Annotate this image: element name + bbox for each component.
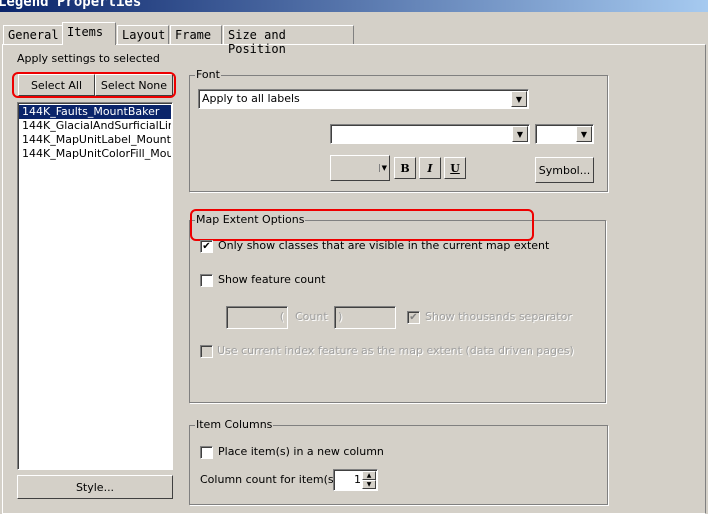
chevron-down-icon[interactable]: ▼ <box>512 126 528 142</box>
list-item[interactable]: 144K_MapUnitColorFill_Mount <box>19 147 171 161</box>
count-label: Count <box>295 310 328 323</box>
window-title: Legend Properties <box>0 0 142 10</box>
highlight-select-buttons <box>12 72 176 98</box>
tab-frame[interactable]: Frame <box>170 25 222 44</box>
only-visible-label: Only show classes that are visible in th… <box>218 239 550 252</box>
apply-labels-dropdown[interactable]: Apply to all labels ▼ <box>198 89 529 109</box>
font-size-dropdown[interactable]: ▼ <box>535 124 594 144</box>
new-column-label: Place item(s) in a new column <box>218 445 384 458</box>
item-columns-title: Item Columns <box>195 418 274 431</box>
title-bar: Legend Properties <box>0 0 708 12</box>
column-count-spinner[interactable]: 1 ▲ ▼ <box>333 469 378 491</box>
symbol-button[interactable]: Symbol... <box>535 157 594 183</box>
chevron-down-icon[interactable]: ▼ <box>576 126 592 142</box>
tab-size-and-position[interactable]: Size and Position <box>223 25 354 56</box>
list-item[interactable]: 144K_GlacialAndSurficialLines <box>19 119 171 133</box>
list-item[interactable]: 144K_MapUnitLabel_MountBal <box>19 133 171 147</box>
style-button[interactable]: Style... <box>17 475 173 499</box>
apply-labels-value: Apply to all labels <box>202 92 300 105</box>
highlight-map-extent <box>190 209 534 241</box>
tab-layout[interactable]: Layout <box>117 25 169 44</box>
font-group-title: Font <box>195 68 221 81</box>
new-column-checkbox[interactable] <box>200 446 213 459</box>
bold-button[interactable]: B <box>394 157 416 179</box>
suffix-value: ) <box>338 310 343 323</box>
prefix-value: ( <box>279 310 284 323</box>
italic-button[interactable]: I <box>419 157 441 179</box>
column-count-label: Column count for item(s) <box>200 473 338 486</box>
chevron-down-icon: ▼ <box>378 164 387 172</box>
items-list[interactable]: 144K_Faults_MountBaker 144K_GlacialAndSu… <box>17 102 173 470</box>
tab-items[interactable]: Items <box>62 22 116 45</box>
font-name-dropdown[interactable]: ▼ <box>330 124 530 144</box>
only-visible-checkbox[interactable]: ✔ <box>200 240 213 253</box>
list-item[interactable]: 144K_Faults_MountBaker <box>19 105 171 119</box>
spin-down-icon[interactable]: ▼ <box>362 480 376 489</box>
thousands-separator-checkbox[interactable]: ✔ <box>407 311 420 324</box>
use-index-checkbox[interactable] <box>200 345 213 358</box>
show-feature-count-label: Show feature count <box>218 273 326 286</box>
font-color-button[interactable]: ▼ <box>330 155 390 181</box>
thousands-separator-label: Show thousands separator <box>425 310 572 323</box>
show-feature-count-checkbox[interactable] <box>200 274 213 287</box>
use-index-label: Use current index feature as the map ext… <box>217 344 574 357</box>
count-prefix-field[interactable]: ( <box>226 306 288 329</box>
count-suffix-field[interactable]: ) <box>334 306 396 329</box>
chevron-down-icon[interactable]: ▼ <box>511 91 527 107</box>
column-count-value: 1 <box>354 473 361 486</box>
item-columns-group <box>189 425 608 505</box>
underline-button[interactable]: U <box>444 157 466 179</box>
spin-up-icon[interactable]: ▲ <box>362 471 376 480</box>
tab-general[interactable]: General <box>3 25 63 44</box>
apply-settings-label: Apply settings to selected <box>17 52 160 65</box>
